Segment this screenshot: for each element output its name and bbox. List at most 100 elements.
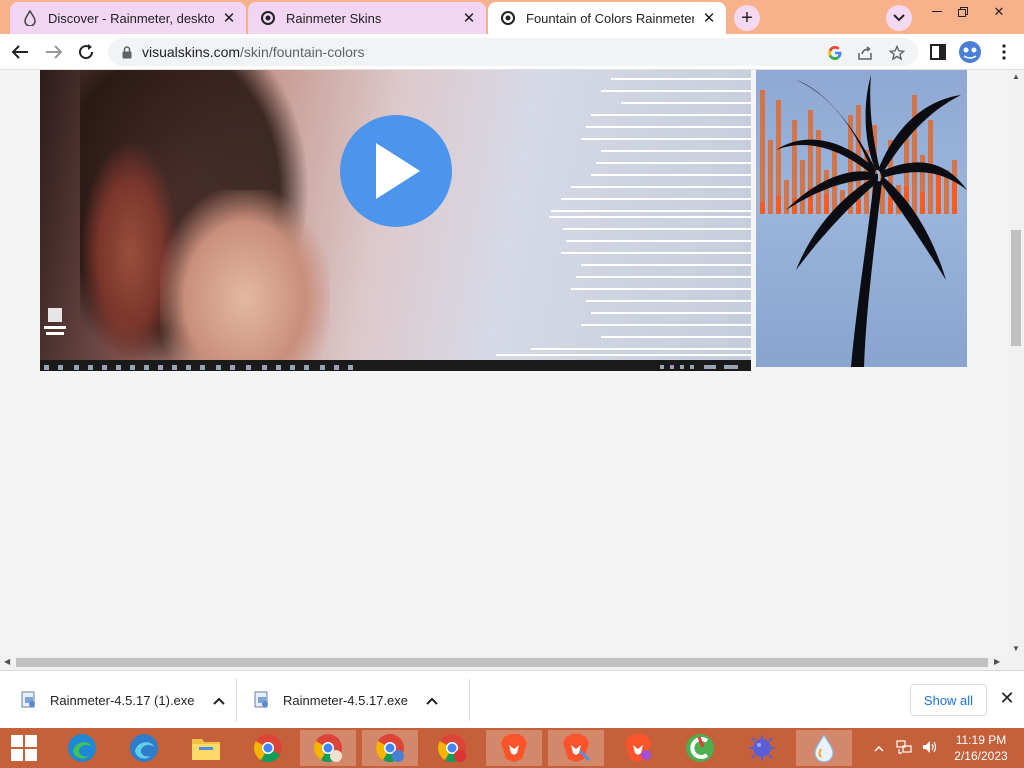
chrome-profile-2-icon	[376, 734, 404, 762]
chrome-profile-icon	[314, 734, 342, 762]
windows-logo-icon	[11, 735, 37, 761]
new-tab-button[interactable]: +	[734, 5, 760, 31]
download-filename: Rainmeter-4.5.17.exe	[283, 692, 409, 708]
divider	[236, 679, 237, 721]
system-tray	[874, 728, 938, 768]
reload-button[interactable]	[72, 38, 100, 66]
show-all-button[interactable]: Show all	[910, 684, 987, 716]
scroll-thumb[interactable]	[16, 658, 988, 667]
scroll-up-icon[interactable]: ▲	[1012, 72, 1020, 81]
taskbar-clock[interactable]: 11:19 PM 2/16/2023	[944, 732, 1018, 764]
browser-toolbar: visualskins.com/skin/fountain-colors	[0, 34, 1024, 70]
minimize-icon	[932, 11, 942, 12]
close-icon[interactable]: ✕	[220, 9, 238, 27]
share-icon[interactable]	[854, 42, 876, 64]
preview-taskbar	[40, 360, 751, 371]
edge-beta-icon	[130, 734, 158, 762]
palm-tree-visualizer-icon	[760, 75, 967, 367]
restore-button[interactable]	[948, 0, 978, 24]
taskbar-app[interactable]	[424, 730, 480, 766]
tab-discover[interactable]: Discover - Rainmeter, desktop cu ✕	[10, 2, 246, 34]
taskbar-app[interactable]	[178, 730, 234, 766]
taskbar-app[interactable]	[672, 730, 728, 766]
tab-rainmeter-skins[interactable]: Rainmeter Skins ✕	[248, 2, 486, 34]
taskbar-app[interactable]	[116, 730, 172, 766]
chevron-up-icon[interactable]	[426, 693, 438, 708]
close-window-button[interactable]: ✕	[984, 0, 1014, 24]
taskbar-app[interactable]	[548, 730, 604, 766]
chrome-profile-3-icon	[438, 734, 466, 762]
wallpaper-shape	[160, 190, 330, 371]
rainmeter-icon	[814, 733, 834, 763]
scroll-right-icon[interactable]: ▶	[994, 657, 1000, 666]
start-button[interactable]	[0, 728, 48, 768]
clock-time: 11:19 PM	[955, 733, 1007, 747]
gear-icon	[260, 10, 276, 26]
url-domain: visualskins.com	[142, 44, 241, 60]
chrome-icon	[254, 734, 282, 762]
forward-button[interactable]	[40, 38, 68, 66]
rainmeter-drop-icon	[22, 10, 38, 26]
scroll-thumb[interactable]	[1011, 230, 1021, 346]
bookmark-star-icon[interactable]	[886, 42, 908, 64]
installer-file-icon	[21, 691, 35, 708]
close-icon[interactable]: ✕	[460, 9, 478, 27]
tab-search-button[interactable]	[886, 5, 912, 31]
taskbar-app[interactable]	[610, 730, 666, 766]
desktop-icon	[44, 306, 66, 342]
taskbar-app[interactable]	[300, 730, 356, 766]
tab-strip: Discover - Rainmeter, desktop cu ✕ Rainm…	[0, 0, 1024, 34]
scroll-left-icon[interactable]: ◀	[4, 657, 10, 666]
chevron-down-icon	[893, 14, 905, 22]
vertical-scrollbar[interactable]: ▲ ▼	[1008, 70, 1024, 655]
tab-title: Fountain of Colors Rainmeter Ski	[526, 10, 694, 26]
volume-icon[interactable]	[922, 740, 938, 757]
taskbar-app[interactable]	[796, 730, 852, 766]
network-icon[interactable]	[896, 739, 912, 757]
taskbar-app[interactable]	[362, 730, 418, 766]
address-bar[interactable]: visualskins.com/skin/fountain-colors	[108, 38, 918, 66]
brave-3-icon	[625, 734, 651, 762]
virus-app-icon	[749, 735, 775, 761]
tab-title: Rainmeter Skins	[286, 10, 382, 26]
close-icon[interactable]: ✕	[996, 687, 1018, 709]
edge-icon	[68, 734, 96, 762]
close-icon[interactable]: ✕	[700, 9, 718, 27]
arrow-left-icon	[11, 45, 28, 59]
gear-icon	[500, 10, 516, 26]
download-item[interactable]: Rainmeter-4.5.17 (1).exe	[20, 679, 225, 721]
menu-button[interactable]	[990, 38, 1018, 66]
back-button[interactable]	[6, 38, 34, 66]
url-text: visualskins.com/skin/fountain-colors	[142, 44, 365, 60]
chevron-up-icon[interactable]	[874, 741, 884, 755]
visualizer-bars	[496, 78, 751, 356]
arrow-right-icon	[46, 45, 63, 59]
divider	[469, 679, 470, 721]
page-content	[0, 70, 1008, 655]
google-icon[interactable]	[824, 42, 846, 64]
chevron-up-icon[interactable]	[212, 693, 225, 708]
clock-date: 2/16/2023	[954, 749, 1008, 763]
more-vert-icon	[1002, 44, 1006, 60]
profile-button[interactable]	[956, 38, 984, 66]
brave-icon	[501, 734, 527, 762]
ccleaner-icon	[686, 734, 714, 762]
download-bar: Rainmeter-4.5.17 (1).exe Rainmeter-4.5.1…	[0, 670, 1024, 728]
side-panel-button[interactable]	[924, 38, 952, 66]
download-filename: Rainmeter-4.5.17 (1).exe	[50, 692, 195, 708]
download-item[interactable]: Rainmeter-4.5.17.exe	[253, 679, 438, 721]
play-button[interactable]	[340, 115, 452, 227]
scroll-down-icon[interactable]: ▼	[1012, 644, 1020, 653]
taskbar-app[interactable]	[734, 730, 790, 766]
brave-2-icon	[563, 734, 590, 762]
taskbar-app[interactable]	[486, 730, 542, 766]
skin-thumbnail[interactable]	[756, 70, 967, 367]
side-panel-icon	[930, 44, 946, 60]
horizontal-scrollbar[interactable]: ◀ ▶	[0, 655, 1024, 670]
windows-taskbar: 11:19 PM 2/16/2023	[0, 728, 1024, 768]
avatar-icon	[959, 41, 981, 63]
taskbar-app[interactable]	[240, 730, 296, 766]
restore-icon	[958, 7, 968, 17]
taskbar-app[interactable]	[54, 730, 110, 766]
tab-fountain-of-colors[interactable]: Fountain of Colors Rainmeter Ski ✕	[488, 2, 726, 34]
